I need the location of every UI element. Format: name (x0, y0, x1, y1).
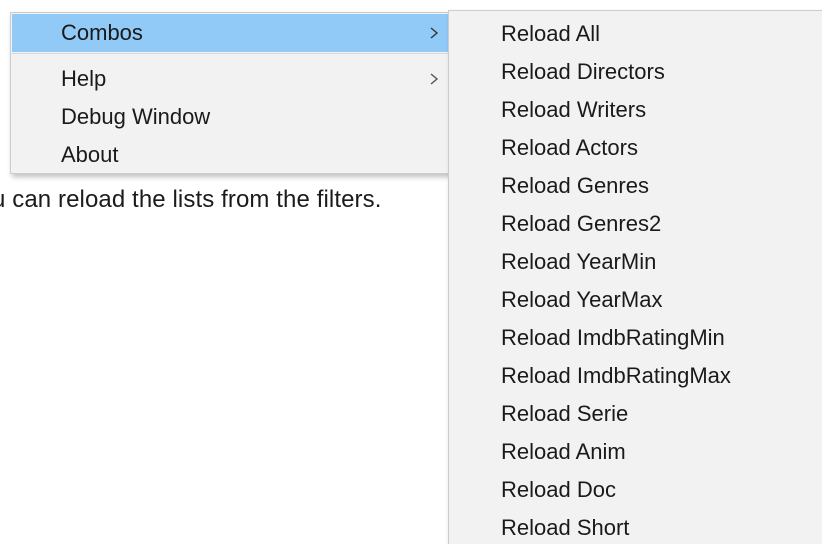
submenu-item-reload-writers[interactable]: Reload Writers (450, 91, 822, 129)
chevron-right-icon (430, 27, 439, 39)
submenu-item-reload-yearmin[interactable]: Reload YearMin (450, 243, 822, 281)
submenu-item-reload-genres2[interactable]: Reload Genres2 (450, 205, 822, 243)
submenu-item-label: Reload YearMin (501, 249, 657, 274)
submenu-item-label: Reload Actors (501, 135, 638, 160)
submenu-item-label: Reload Serie (501, 401, 629, 426)
menu-item-about[interactable]: About (12, 136, 448, 174)
submenu-item-reload-anim[interactable]: Reload Anim (450, 433, 822, 471)
submenu-item-reload-imdbratingmin[interactable]: Reload ImdbRatingMin (450, 319, 822, 357)
submenu-item-reload-directors[interactable]: Reload Directors (450, 53, 822, 91)
chevron-right-icon (430, 73, 439, 85)
submenu-item-reload-doc[interactable]: Reload Doc (450, 471, 822, 509)
menu-item-label: Debug Window (61, 104, 211, 129)
menu-item-help[interactable]: Help (12, 60, 448, 98)
submenu-item-label: Reload ImdbRatingMax (501, 363, 731, 388)
menu-item-combos[interactable]: Combos (12, 14, 448, 52)
submenu-item-label: Reload YearMax (501, 287, 663, 312)
submenu-item-label: Reload ImdbRatingMin (501, 325, 725, 350)
background-text: u can reload the lists from the filters. (0, 186, 382, 213)
menu-item-debug-window[interactable]: Debug Window (12, 98, 448, 136)
submenu-item-label: Reload Genres (501, 173, 649, 198)
submenu-item-reload-all[interactable]: Reload All (450, 15, 822, 53)
menu-item-label: Combos (61, 20, 143, 45)
menu-item-label: Help (61, 66, 107, 91)
submenu-item-label: Reload All (501, 21, 601, 46)
submenu-item-reload-short[interactable]: Reload Short (450, 509, 822, 544)
combos-submenu: Reload All Reload Directors Reload Write… (448, 10, 822, 544)
submenu-item-label: Reload Short (501, 515, 630, 540)
menu-item-label: About (61, 142, 119, 167)
context-menu: Combos Help Debug Window About (10, 12, 450, 174)
submenu-item-reload-genres[interactable]: Reload Genres (450, 167, 822, 205)
submenu-item-reload-imdbratingmax[interactable]: Reload ImdbRatingMax (450, 357, 822, 395)
submenu-item-reload-yearmax[interactable]: Reload YearMax (450, 281, 822, 319)
submenu-item-label: Reload Directors (501, 59, 665, 84)
submenu-item-label: Reload Writers (501, 97, 647, 122)
submenu-item-reload-actors[interactable]: Reload Actors (450, 129, 822, 167)
menu-separator (12, 53, 448, 54)
submenu-item-label: Reload Doc (501, 477, 616, 502)
submenu-item-label: Reload Genres2 (501, 211, 662, 236)
submenu-item-label: Reload Anim (501, 439, 626, 464)
submenu-item-reload-serie[interactable]: Reload Serie (450, 395, 822, 433)
